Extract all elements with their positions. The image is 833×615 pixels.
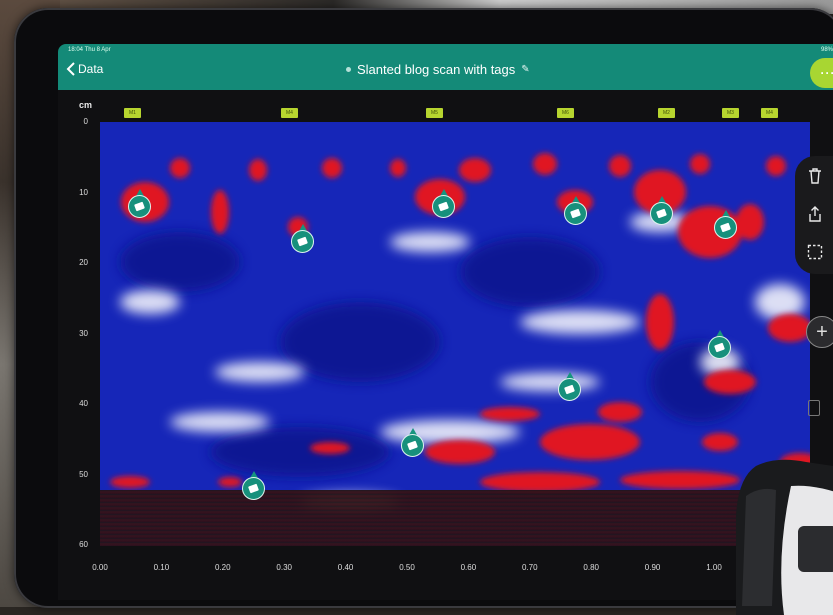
tag-icon — [714, 342, 726, 352]
x-tick-label: 0.80 — [583, 563, 599, 572]
tag-pin[interactable] — [708, 329, 733, 362]
app-screen: 18:04 Thu 8 Apr 98% Data Slanted blog sc… — [58, 44, 833, 600]
y-tick-label: 40 — [79, 399, 88, 408]
y-tick-label: 60 — [79, 540, 88, 549]
tag-icon — [133, 201, 145, 211]
more-options-button[interactable]: ··· — [810, 58, 833, 88]
x-tick-label: 0.40 — [337, 563, 354, 572]
tag-icon — [407, 440, 419, 451]
back-button[interactable]: Data — [66, 62, 103, 76]
status-time: 18:04 Thu 8 Apr — [68, 47, 111, 53]
page-title: Slanted blog scan with tags — [357, 62, 516, 77]
tag-icon — [296, 236, 308, 247]
sync-dot-icon — [346, 67, 351, 72]
marker-tag[interactable]: M5 — [426, 108, 443, 118]
back-label: Data — [78, 62, 104, 76]
pin-circle — [708, 335, 732, 359]
tag-pin[interactable] — [290, 223, 316, 256]
tag-pin[interactable] — [563, 195, 589, 228]
x-tick-label: 0.00 — [92, 563, 108, 572]
pin-circle — [563, 201, 587, 225]
marker-tag[interactable]: M4 — [761, 108, 778, 118]
y-tick-label: 10 — [79, 187, 88, 197]
y-tick-label: 20 — [79, 258, 88, 267]
y-tick-label: 30 — [79, 328, 88, 338]
radar-scan-image[interactable] — [100, 122, 810, 546]
pin-circle — [241, 476, 265, 500]
tag-pin[interactable] — [401, 428, 426, 460]
tag-icon — [720, 222, 732, 233]
share-icon[interactable] — [805, 204, 825, 224]
tag-pin[interactable] — [649, 195, 675, 228]
tag-icon — [563, 384, 575, 395]
tag-icon — [655, 208, 667, 218]
x-tick-label: 0.60 — [460, 563, 477, 572]
x-tick-label: 0.70 — [522, 563, 538, 572]
pin-circle — [290, 229, 314, 253]
x-tick-label: 0.10 — [153, 563, 170, 572]
y-tick-label: 0 — [83, 117, 88, 126]
tag-pin[interactable] — [241, 470, 267, 503]
marker-tag[interactable]: M3 — [722, 108, 739, 118]
x-tick-label: 0.20 — [215, 563, 231, 572]
pin-circle — [557, 377, 581, 401]
scan-title: Slanted blog scan with tags ✎ — [346, 62, 530, 77]
x-tick-label: 1.00 — [706, 563, 722, 572]
status-battery: 98% — [820, 47, 833, 53]
zoom-in-button[interactable]: + — [806, 316, 833, 348]
x-tick-label: 0.90 — [644, 563, 661, 572]
tablet-frame: 18:04 Thu 8 Apr 98% Data Slanted blog sc… — [14, 8, 833, 615]
chevron-left-icon — [66, 62, 75, 76]
y-tick-label: 50 — [79, 469, 88, 479]
tag-pin[interactable] — [714, 209, 739, 242]
tag-icon — [569, 208, 581, 218]
marker-tag[interactable]: M4 — [281, 108, 298, 118]
x-tick-label: 0.50 — [399, 563, 415, 572]
marker-tag[interactable]: M6 — [557, 108, 574, 118]
pin-circle — [431, 194, 455, 218]
trash-icon[interactable] — [805, 166, 825, 186]
marker-tag[interactable]: M1 — [124, 108, 141, 118]
tag-icon — [437, 201, 449, 211]
tag-pin[interactable] — [431, 188, 457, 221]
tag-pin[interactable] — [127, 188, 153, 221]
pin-circle — [649, 201, 673, 225]
attenuated-region — [100, 490, 810, 546]
selection-icon[interactable] — [805, 242, 825, 262]
x-tick-label: 0.30 — [276, 563, 292, 572]
pin-circle — [714, 215, 738, 239]
pencil-icon[interactable]: ✎ — [521, 64, 529, 75]
scanner-device — [736, 459, 833, 615]
app-header: 18:04 Thu 8 Apr 98% Data Slanted blog sc… — [58, 44, 833, 90]
y-axis-unit: cm — [79, 100, 93, 110]
marker-tag[interactable]: M2 — [658, 108, 675, 118]
tag-icon — [247, 483, 259, 493]
pin-circle — [401, 434, 425, 458]
pin-circle — [127, 194, 151, 218]
tag-pin[interactable] — [557, 371, 583, 404]
layer-toggle-icon[interactable] — [808, 400, 820, 416]
side-toolbar — [795, 156, 833, 274]
